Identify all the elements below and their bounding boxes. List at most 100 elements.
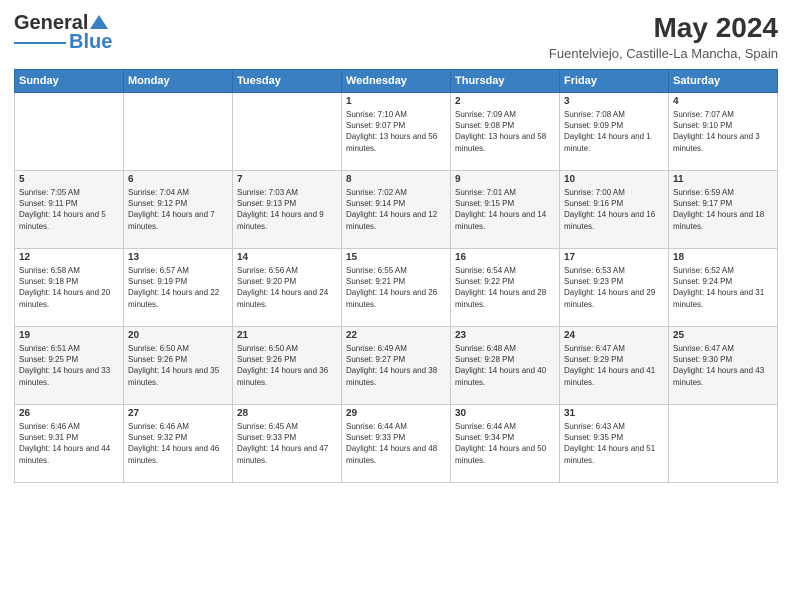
week-row: 1 Sunrise: 7:10 AM Sunset: 9:07 PM Daylig…: [15, 93, 778, 171]
day-number: 24: [564, 330, 664, 341]
day-number: 8: [346, 174, 446, 185]
day-cell: 4Sunrise: 7:07 AM Sunset: 9:10 PM Daylig…: [669, 93, 778, 171]
day-info: Sunrise: 6:44 AM Sunset: 9:34 PM Dayligh…: [455, 421, 555, 466]
header-day: Tuesday: [233, 70, 342, 93]
day-number: 13: [128, 252, 228, 263]
day-cell: 15Sunrise: 6:55 AM Sunset: 9:21 PM Dayli…: [342, 249, 451, 327]
day-info: Sunrise: 7:05 AM Sunset: 9:11 PM Dayligh…: [19, 187, 119, 232]
day-cell: 20 Sunrise: 6:50 AM Sunset: 9:26 PM Dayli…: [124, 327, 233, 405]
calendar-table: SundayMondayTuesdayWednesdayThursdayFrid…: [14, 69, 778, 483]
day-info: Sunrise: 6:46 AM Sunset: 9:31 PM Dayligh…: [19, 421, 119, 466]
day-info: Sunrise: 7:00 AM Sunset: 9:16 PM Dayligh…: [564, 187, 664, 232]
day-info: Sunrise: 6:46 AM Sunset: 9:32 PM Dayligh…: [128, 421, 228, 466]
main-title: May 2024: [549, 12, 778, 44]
week-row: 5 Sunrise: 7:05 AM Sunset: 9:11 PM Daylig…: [15, 171, 778, 249]
day-cell: 11 Sunrise: 6:59 AM Sunset: 9:17 PM Dayli…: [669, 171, 778, 249]
day-info: Sunrise: 6:55 AM Sunset: 9:21 PM Dayligh…: [346, 265, 446, 310]
day-info: Sunrise: 6:51 AM Sunset: 9:25 PM Dayligh…: [19, 343, 119, 388]
day-cell: 29Sunrise: 6:44 AM Sunset: 9:33 PM Dayli…: [342, 405, 451, 483]
week-row: 12Sunrise: 6:58 AM Sunset: 9:18 PM Dayli…: [15, 249, 778, 327]
day-number: 27: [128, 408, 228, 419]
header-day: Sunday: [15, 70, 124, 93]
day-cell: 6Sunrise: 7:04 AM Sunset: 9:12 PM Daylig…: [124, 171, 233, 249]
day-cell: 19Sunrise: 6:51 AM Sunset: 9:25 PM Dayli…: [15, 327, 124, 405]
day-info: Sunrise: 7:02 AM Sunset: 9:14 PM Dayligh…: [346, 187, 446, 232]
day-cell: 1 Sunrise: 7:10 AM Sunset: 9:07 PM Daylig…: [342, 93, 451, 171]
header-day: Thursday: [451, 70, 560, 93]
day-cell: 28Sunrise: 6:45 AM Sunset: 9:33 PM Dayli…: [233, 405, 342, 483]
week-row: 26 Sunrise: 6:46 AM Sunset: 9:31 PM Dayli…: [15, 405, 778, 483]
day-number: 7: [237, 174, 337, 185]
day-cell: [15, 93, 124, 171]
day-number: 23: [455, 330, 555, 341]
day-number: 18: [673, 252, 773, 263]
day-number: 29: [346, 408, 446, 419]
header-day: Wednesday: [342, 70, 451, 93]
day-info: Sunrise: 6:43 AM Sunset: 9:35 PM Dayligh…: [564, 421, 664, 466]
day-info: Sunrise: 6:58 AM Sunset: 9:18 PM Dayligh…: [19, 265, 119, 310]
day-number: 22: [346, 330, 446, 341]
day-number: 21: [237, 330, 337, 341]
day-info: Sunrise: 6:52 AM Sunset: 9:24 PM Dayligh…: [673, 265, 773, 310]
day-cell: 3 Sunrise: 7:08 AM Sunset: 9:09 PM Daylig…: [560, 93, 669, 171]
day-number: 11: [673, 174, 773, 185]
day-cell: 17 Sunrise: 6:53 AM Sunset: 9:23 PM Dayli…: [560, 249, 669, 327]
day-cell: 23Sunrise: 6:48 AM Sunset: 9:28 PM Dayli…: [451, 327, 560, 405]
logo-icon: [90, 13, 108, 31]
week-row: 19Sunrise: 6:51 AM Sunset: 9:25 PM Dayli…: [15, 327, 778, 405]
day-info: Sunrise: 6:50 AM Sunset: 9:26 PM Dayligh…: [237, 343, 337, 388]
day-cell: 31 Sunrise: 6:43 AM Sunset: 9:35 PM Dayli…: [560, 405, 669, 483]
logo-blue: Blue: [69, 31, 112, 54]
day-number: 20: [128, 330, 228, 341]
day-cell: 5 Sunrise: 7:05 AM Sunset: 9:11 PM Daylig…: [15, 171, 124, 249]
header: General Blue May 2024 Fuentelviejo, Cast…: [14, 12, 778, 61]
day-number: 6: [128, 174, 228, 185]
day-info: Sunrise: 7:01 AM Sunset: 9:15 PM Dayligh…: [455, 187, 555, 232]
header-row: SundayMondayTuesdayWednesdayThursdayFrid…: [15, 70, 778, 93]
header-day: Monday: [124, 70, 233, 93]
header-day: Friday: [560, 70, 669, 93]
day-info: Sunrise: 7:07 AM Sunset: 9:10 PM Dayligh…: [673, 109, 773, 154]
day-number: 3: [564, 96, 664, 107]
day-info: Sunrise: 7:08 AM Sunset: 9:09 PM Dayligh…: [564, 109, 664, 154]
day-cell: [233, 93, 342, 171]
day-number: 1: [346, 96, 446, 107]
day-cell: 10 Sunrise: 7:00 AM Sunset: 9:16 PM Dayli…: [560, 171, 669, 249]
day-info: Sunrise: 6:47 AM Sunset: 9:29 PM Dayligh…: [564, 343, 664, 388]
page: General Blue May 2024 Fuentelviejo, Cast…: [0, 0, 792, 612]
day-info: Sunrise: 6:56 AM Sunset: 9:20 PM Dayligh…: [237, 265, 337, 310]
day-number: 17: [564, 252, 664, 263]
day-cell: 14Sunrise: 6:56 AM Sunset: 9:20 PM Dayli…: [233, 249, 342, 327]
logo-line: [14, 42, 66, 44]
day-cell: 16 Sunrise: 6:54 AM Sunset: 9:22 PM Dayli…: [451, 249, 560, 327]
day-number: 2: [455, 96, 555, 107]
day-cell: 18 Sunrise: 6:52 AM Sunset: 9:24 PM Dayli…: [669, 249, 778, 327]
day-info: Sunrise: 6:47 AM Sunset: 9:30 PM Dayligh…: [673, 343, 773, 388]
day-number: 5: [19, 174, 119, 185]
day-number: 16: [455, 252, 555, 263]
day-number: 10: [564, 174, 664, 185]
day-info: Sunrise: 7:10 AM Sunset: 9:07 PM Dayligh…: [346, 109, 446, 154]
day-info: Sunrise: 6:53 AM Sunset: 9:23 PM Dayligh…: [564, 265, 664, 310]
day-number: 9: [455, 174, 555, 185]
day-cell: 21 Sunrise: 6:50 AM Sunset: 9:26 PM Dayli…: [233, 327, 342, 405]
day-info: Sunrise: 6:50 AM Sunset: 9:26 PM Dayligh…: [128, 343, 228, 388]
day-info: Sunrise: 6:54 AM Sunset: 9:22 PM Dayligh…: [455, 265, 555, 310]
day-cell: 13Sunrise: 6:57 AM Sunset: 9:19 PM Dayli…: [124, 249, 233, 327]
day-number: 31: [564, 408, 664, 419]
day-cell: 12Sunrise: 6:58 AM Sunset: 9:18 PM Dayli…: [15, 249, 124, 327]
day-cell: [669, 405, 778, 483]
day-cell: 25 Sunrise: 6:47 AM Sunset: 9:30 PM Dayli…: [669, 327, 778, 405]
logo: General Blue: [14, 12, 112, 54]
day-number: 25: [673, 330, 773, 341]
day-number: 30: [455, 408, 555, 419]
day-cell: 2Sunrise: 7:09 AM Sunset: 9:08 PM Daylig…: [451, 93, 560, 171]
subtitle: Fuentelviejo, Castille-La Mancha, Spain: [549, 46, 778, 61]
day-number: 26: [19, 408, 119, 419]
day-info: Sunrise: 7:03 AM Sunset: 9:13 PM Dayligh…: [237, 187, 337, 232]
day-info: Sunrise: 6:59 AM Sunset: 9:17 PM Dayligh…: [673, 187, 773, 232]
day-cell: 8 Sunrise: 7:02 AM Sunset: 9:14 PM Daylig…: [342, 171, 451, 249]
day-cell: [124, 93, 233, 171]
day-info: Sunrise: 6:49 AM Sunset: 9:27 PM Dayligh…: [346, 343, 446, 388]
day-number: 28: [237, 408, 337, 419]
